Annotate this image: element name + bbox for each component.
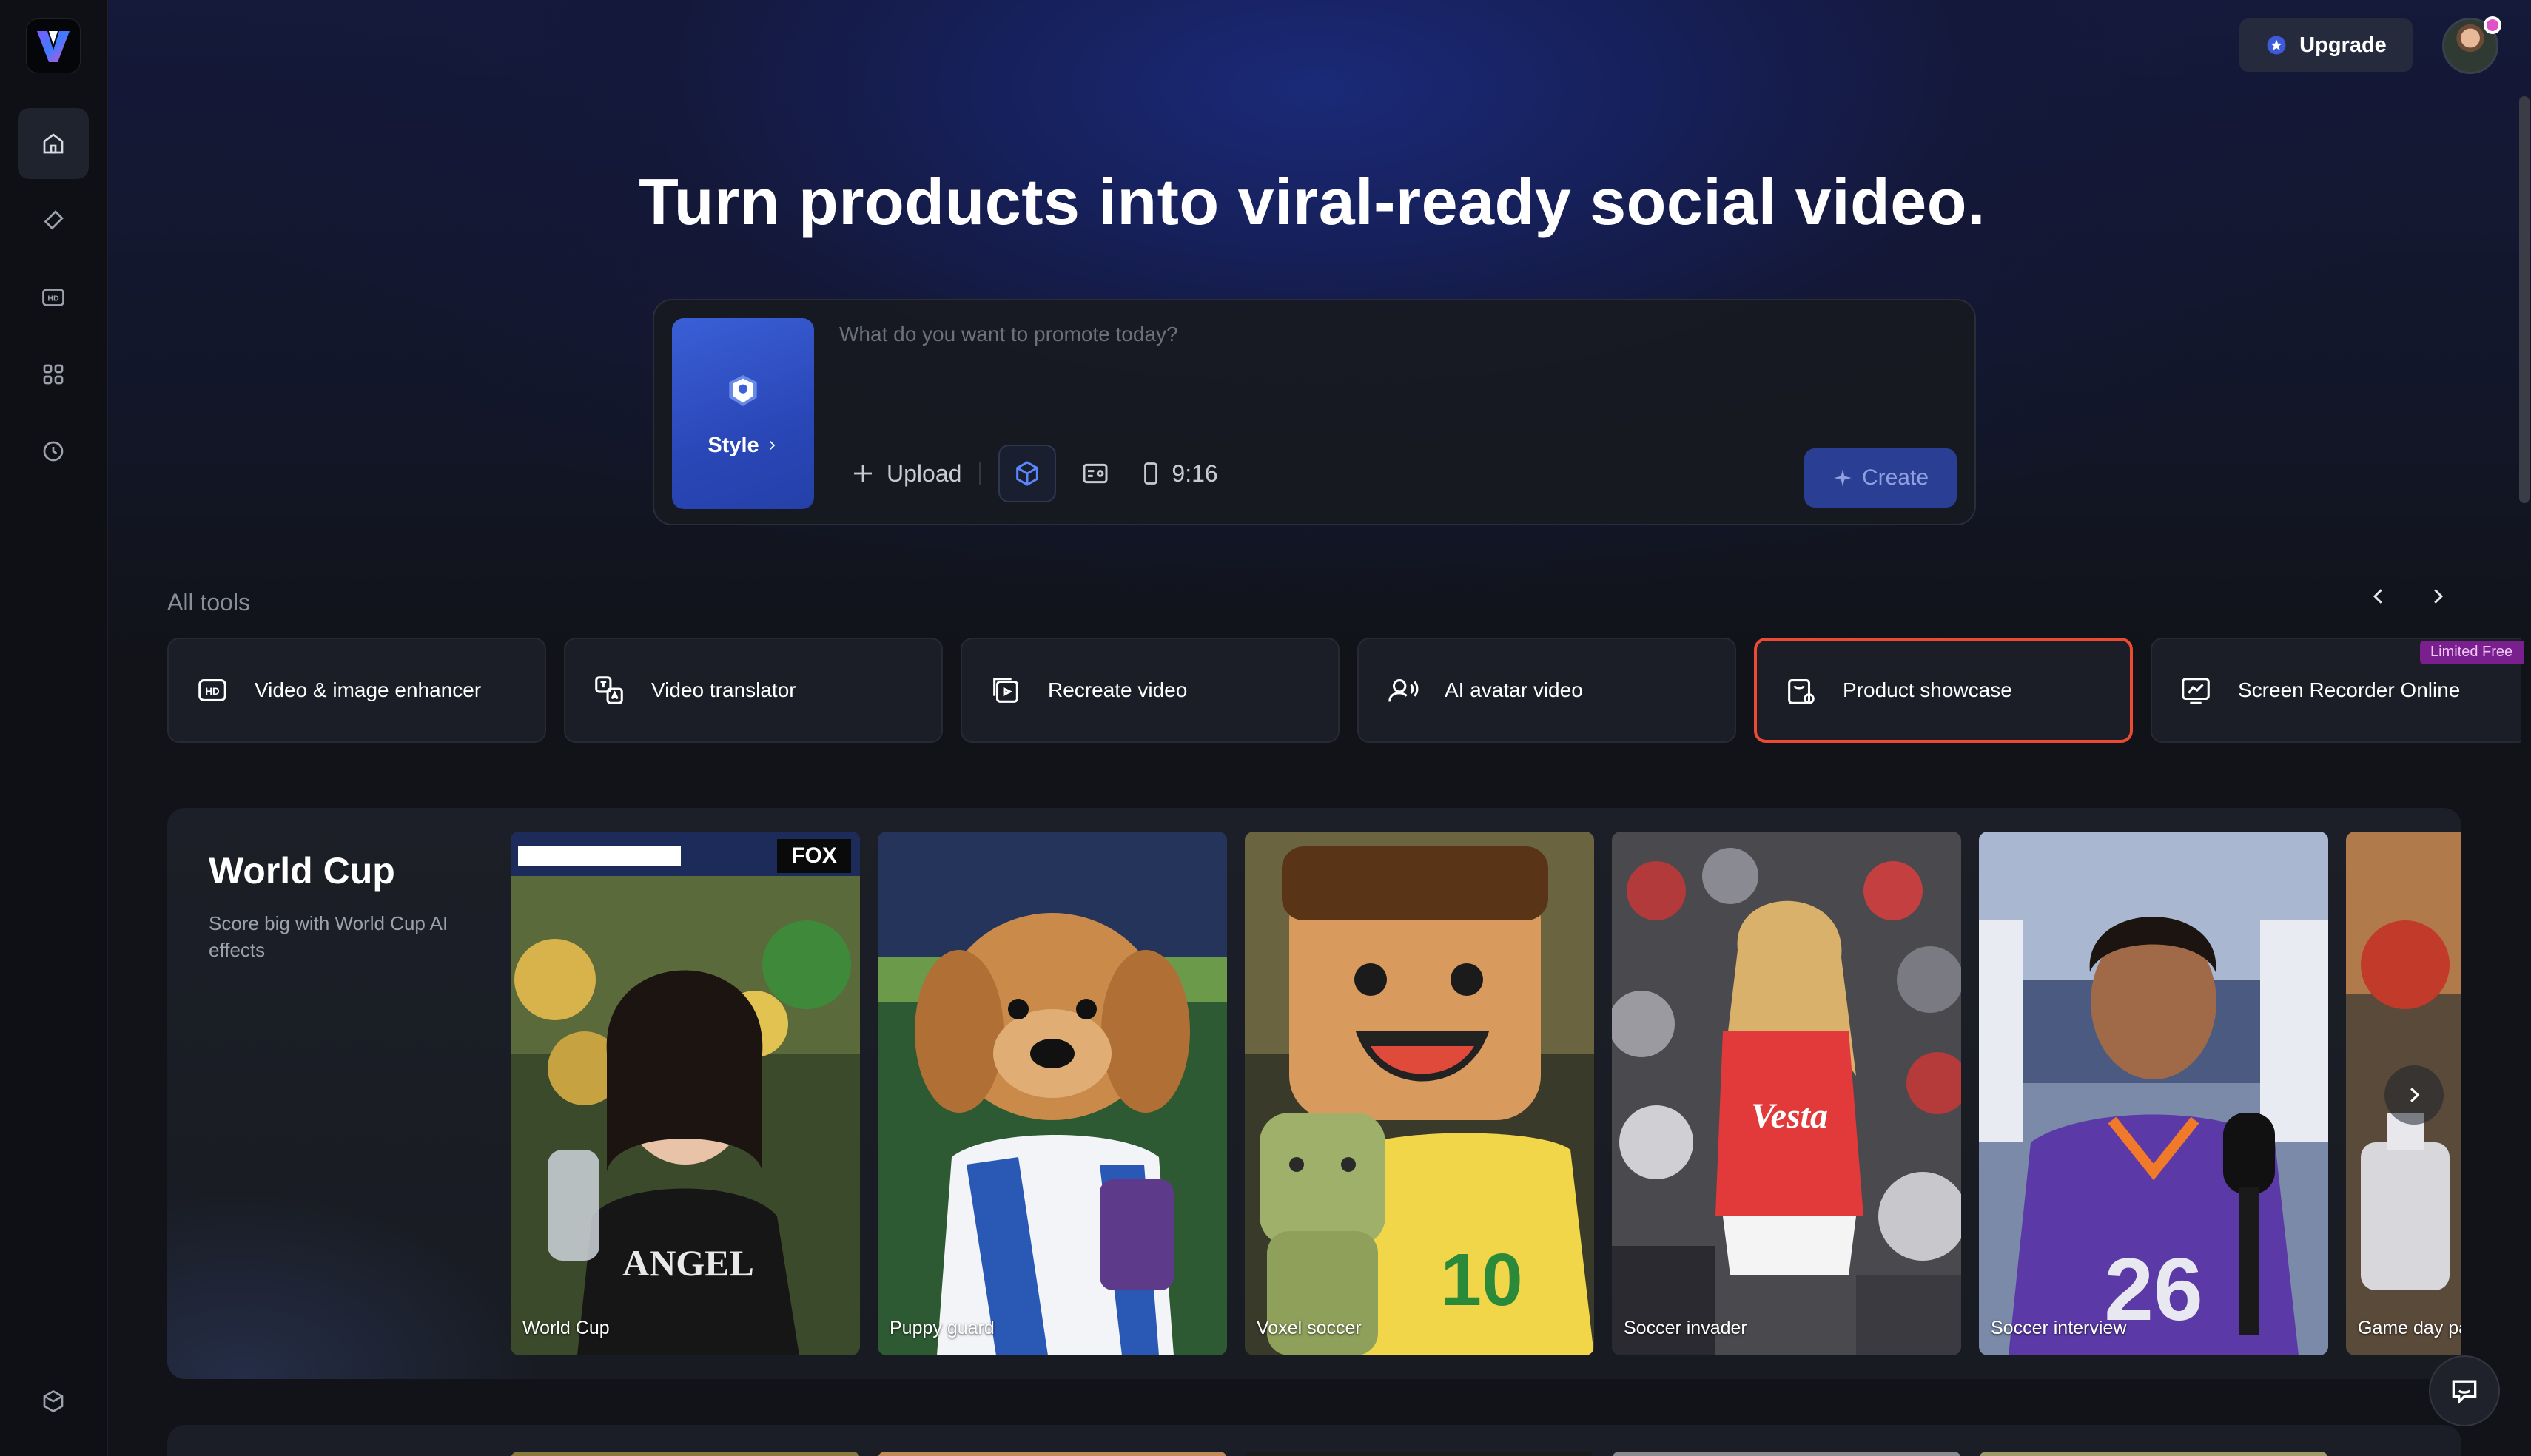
chat-icon <box>2452 1380 2477 1405</box>
support-chat-button[interactable] <box>2429 1355 2500 1426</box>
svg-text:HD: HD <box>47 294 59 303</box>
tool-label: Product showcase <box>1843 678 2012 701</box>
thumbnail-label: Puppy guard <box>890 1318 995 1338</box>
all-tools-heading: All tools <box>167 589 251 616</box>
phone-portrait-icon <box>1144 462 1158 485</box>
tools-next-button[interactable] <box>2416 574 2460 619</box>
puppy-guard-image <box>878 832 1227 1355</box>
package-icon <box>43 1389 64 1413</box>
sidebar-item-eraser[interactable] <box>18 185 89 256</box>
section-description: Score big with World Cup AI effects <box>209 912 448 961</box>
product-icon <box>1788 679 1815 704</box>
tool-ai-avatar-video[interactable]: AI avatar video <box>1357 638 1736 743</box>
svg-text:Vesta: Vesta <box>1751 1096 1828 1136</box>
section-glow <box>167 1119 537 1379</box>
soccer-invader-image: Vesta <box>1612 832 1961 1355</box>
thumbnail-label: Soccer interview <box>1991 1318 2127 1338</box>
apps-grid-icon <box>43 364 64 385</box>
svg-text:10: 10 <box>1440 1238 1522 1321</box>
world-cup-fan-image: FOX ANGEL <box>511 832 860 1355</box>
create-label: Create <box>1861 465 1929 490</box>
hd-icon: HD <box>42 289 64 306</box>
upgrade-button[interactable]: Upgrade <box>2239 18 2413 72</box>
tools-carousel: HD Video & image enhancer Video translat… <box>167 638 2521 743</box>
history-clock-icon <box>43 441 64 462</box>
upload-button[interactable]: Upload <box>850 460 961 488</box>
upgrade-star-icon <box>2267 36 2286 55</box>
section-title: World Cup <box>209 850 395 892</box>
world-cup-section: World Cup Score big with World Cup AI ef… <box>167 808 2461 1379</box>
thumbnail-soccer-interview[interactable]: 26 Soccer interview <box>1979 832 2328 1355</box>
tool-label: Video & image enhancer <box>255 678 482 701</box>
thumbnail-world-cup[interactable]: FOX ANGEL World Cup <box>511 832 860 1355</box>
voxel-soccer-image: 10 <box>1245 832 1594 1355</box>
tool-product-showcase[interactable]: Product showcase <box>1754 638 2133 743</box>
image-card-button[interactable] <box>1066 445 1124 502</box>
thumbnail-puppy-guard[interactable]: Puppy guard <box>878 832 1227 1355</box>
sidebar-item-apps[interactable] <box>18 339 89 410</box>
aspect-ratio-label: 9:16 <box>1172 459 1218 487</box>
sidebar-item-home[interactable] <box>18 108 89 179</box>
create-button[interactable]: Create <box>1804 448 1957 508</box>
tool-video-translator[interactable]: Video translator <box>564 638 943 743</box>
style-label: Style <box>707 433 759 457</box>
recreate-icon <box>993 678 1018 703</box>
logo-v-icon <box>37 31 70 62</box>
notification-dot <box>2484 16 2501 34</box>
tool-label: Screen Recorder Online <box>2238 678 2461 701</box>
tool-recreate-video[interactable]: Recreate video <box>961 638 1340 743</box>
screen-record-icon <box>2182 678 2210 704</box>
tool-label: Video translator <box>651 678 796 701</box>
section-next-button[interactable] <box>2384 1065 2444 1125</box>
app-logo[interactable] <box>26 18 81 73</box>
page-title: Turn products into viral-ready social vi… <box>639 165 1986 238</box>
thumbnail-label: Soccer invader <box>1624 1318 1747 1338</box>
chevron-right-icon <box>2410 1088 2420 1102</box>
tool-label: AI avatar video <box>1445 678 1583 701</box>
limited-free-badge: Limited Free <box>2420 641 2524 664</box>
prompt-toolbar: Upload 9:16 <box>850 444 1218 503</box>
thumbnail-label: World Cup <box>522 1318 610 1338</box>
chevron-right-icon <box>769 441 775 450</box>
chevron-right-icon <box>2434 589 2444 604</box>
product-mode-button[interactable] <box>998 445 1057 502</box>
upgrade-label: Upgrade <box>2299 33 2387 57</box>
sparkle-icon <box>1834 469 1852 487</box>
home-icon <box>43 133 64 154</box>
tool-label: Recreate video <box>1048 678 1188 701</box>
thumbnail-voxel-soccer[interactable]: 10 Voxel soccer <box>1245 832 1594 1355</box>
translate-icon <box>595 676 623 704</box>
eraser-icon <box>44 210 64 230</box>
id-card-icon <box>1083 463 1108 484</box>
avatar-icon <box>1388 679 1419 702</box>
soccer-interview-image: 26 <box>1979 832 2328 1355</box>
svg-text:HD: HD <box>205 686 220 697</box>
next-section-preview <box>167 1425 2461 1456</box>
hd-icon: HD <box>198 679 226 701</box>
thumbnail-label: Voxel soccer <box>1257 1318 1362 1338</box>
tool-video-image-enhancer[interactable]: HD Video & image enhancer <box>167 638 546 743</box>
style-cube-icon <box>729 374 757 406</box>
style-button[interactable]: Style <box>672 318 814 509</box>
cube-icon <box>1016 461 1039 486</box>
prompt-composer: Style What do you want to promote today?… <box>653 299 1976 525</box>
sidebar-item-history[interactable] <box>18 416 89 487</box>
svg-text:FOX: FOX <box>791 843 837 868</box>
thumbnail-label: Game day pa <box>2358 1318 2461 1338</box>
svg-text:ANGEL: ANGEL <box>622 1242 754 1284</box>
sidebar-item-package[interactable] <box>18 1366 89 1437</box>
page-scrollbar[interactable] <box>2519 96 2530 503</box>
plus-icon <box>854 465 872 482</box>
prompt-input[interactable]: What do you want to promote today? <box>839 323 1178 346</box>
tools-prev-button[interactable] <box>2356 574 2401 619</box>
aspect-ratio-button[interactable]: 9:16 <box>1140 459 1218 488</box>
sidebar: HD <box>0 0 108 1456</box>
chevron-left-icon <box>2373 589 2382 604</box>
thumbnail-soccer-invader[interactable]: Vesta Soccer invader <box>1612 832 1961 1355</box>
upload-label: Upload <box>887 459 962 487</box>
toolbar-divider <box>979 462 981 485</box>
sidebar-item-hd[interactable]: HD <box>18 262 89 333</box>
